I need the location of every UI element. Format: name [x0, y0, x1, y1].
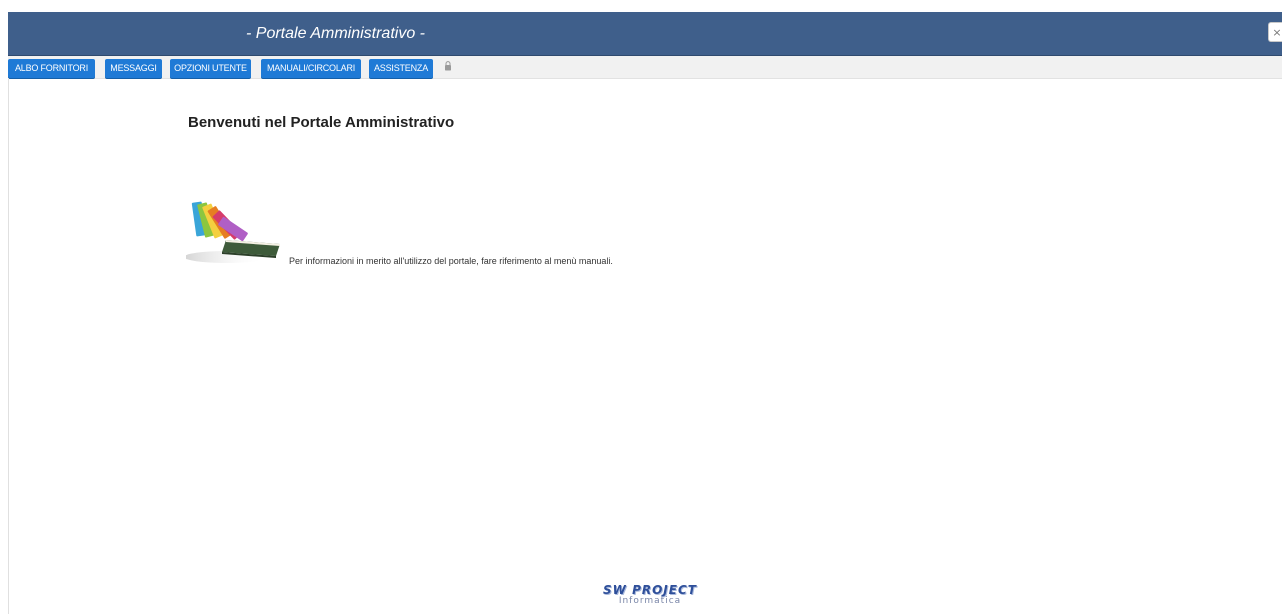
close-icon: × — [1272, 26, 1282, 39]
menu-messaggi-button[interactable]: MESSAGGI — [105, 59, 162, 78]
portal-frame: - Portale Amministrativo - × ALBO FORNIT… — [8, 0, 1282, 614]
menu-albo-fornitori-button[interactable]: ALBO FORNITORI — [8, 59, 95, 78]
info-text: Per informazioni in merito all'utilizzo … — [289, 256, 613, 266]
portal-page: - Portale Amministrativo - × ALBO FORNIT… — [0, 0, 1282, 614]
welcome-heading: Benvenuti nel Portale Amministrativo — [188, 114, 455, 131]
sw-project-logo: SW PROJECT Informatica — [580, 583, 720, 609]
menu-assistenza-button[interactable]: ASSISTENZA — [369, 59, 433, 78]
close-button[interactable]: × — [1268, 22, 1282, 42]
top-band — [8, 0, 1282, 12]
main-menu-bar: ALBO FORNITORI MESSAGGI OPZIONI UTENTE M… — [8, 56, 1282, 79]
logo-main-text: SW PROJECT — [603, 583, 697, 597]
content-left-border — [8, 78, 9, 614]
portal-title: - Portale Amministrativo - — [246, 25, 425, 42]
logo-sub-text: Informatica — [618, 596, 682, 606]
menu-manuali-circolari-button[interactable]: MANUALI/CIRCOLARI — [261, 59, 361, 78]
lock-icon[interactable] — [444, 61, 452, 71]
portal-header: - Portale Amministrativo - × — [8, 12, 1282, 56]
left-margin — [0, 0, 8, 614]
menu-opzioni-utente-button[interactable]: OPZIONI UTENTE — [170, 59, 251, 78]
books-icon — [186, 201, 280, 263]
